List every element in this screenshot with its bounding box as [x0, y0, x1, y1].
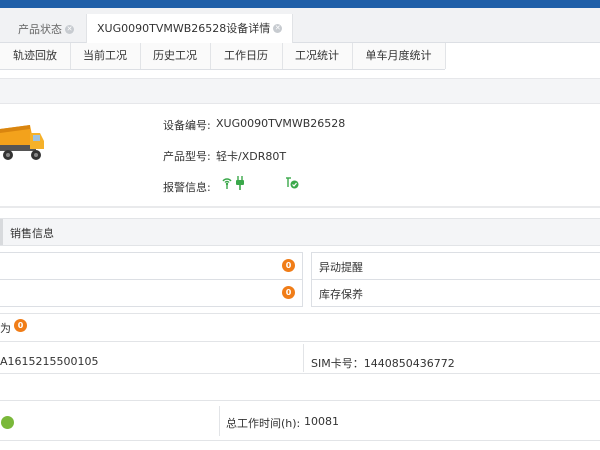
truck-image	[0, 125, 44, 160]
sim-number: SIM卡号：1440850436772	[311, 357, 455, 370]
model-value: 轻卡/XDR80T	[216, 150, 287, 163]
column-divider	[303, 344, 304, 372]
abnormal-reminder-label: 异动提醒	[319, 261, 363, 274]
sales-section-header: 销售信息	[0, 218, 600, 246]
row-divider	[0, 373, 600, 374]
detail-subnav: 轨迹回放 当前工况 历史工况 工作日历 工况统计 单车月度统计	[0, 43, 446, 70]
subnav-track-playback[interactable]: 轨迹回放	[0, 43, 71, 69]
tab-label: XUG0090TVMWB26528设备详情	[97, 22, 271, 35]
top-header-bar	[0, 0, 600, 8]
device-code-value: A1615215500105	[0, 355, 99, 368]
signal-icon	[222, 178, 232, 189]
alarm-label: 报警信息:	[163, 181, 211, 194]
alert-count-badge: 0	[282, 286, 295, 299]
count-badge: 0	[14, 319, 27, 332]
row-divider	[0, 341, 600, 342]
row-divider	[0, 400, 600, 401]
total-work-time-label: 总工作时间(h):	[226, 417, 301, 430]
row-divider	[0, 313, 600, 314]
close-icon[interactable]: ✕	[273, 23, 283, 33]
tab-bar: 产品状态 ✕ XUG0090TVMWB26528设备详情 ✕	[0, 8, 600, 44]
tab-device-detail[interactable]: XUG0090TVMWB26528设备详情 ✕	[86, 14, 294, 44]
for-label: 为	[0, 322, 11, 335]
divider	[0, 206, 600, 208]
section-band	[0, 78, 600, 104]
subnav-current-status[interactable]: 当前工况	[70, 43, 141, 69]
row-divider	[0, 440, 600, 441]
tab-product-status[interactable]: 产品状态 ✕	[18, 20, 74, 40]
alert-count-badge: 0	[282, 259, 295, 272]
stock-maintenance-label: 库存保养	[319, 288, 363, 301]
plug-icon	[236, 176, 244, 190]
close-icon[interactable]: ✕	[65, 24, 74, 34]
subnav-work-calendar[interactable]: 工作日历	[210, 43, 283, 69]
model-label: 产品型号:	[163, 150, 211, 163]
gps-check-icon	[286, 177, 299, 189]
device-id-label: 设备编号:	[163, 119, 211, 132]
sales-section-title: 销售信息	[10, 227, 54, 240]
tab-label: 产品状态	[18, 23, 62, 36]
section-marker	[0, 219, 3, 245]
column-divider	[219, 406, 220, 436]
subnav-status-stats[interactable]: 工况统计	[282, 43, 353, 69]
online-status-icon	[1, 416, 14, 429]
alert-count-box	[0, 252, 303, 280]
device-id-value: XUG0090TVMWB26528	[216, 117, 346, 130]
alert-count-box	[0, 279, 303, 307]
subnav-monthly-stats[interactable]: 单车月度统计	[352, 43, 446, 69]
subnav-history-status[interactable]: 历史工况	[140, 43, 211, 69]
total-work-time-value: 10081	[304, 415, 339, 428]
